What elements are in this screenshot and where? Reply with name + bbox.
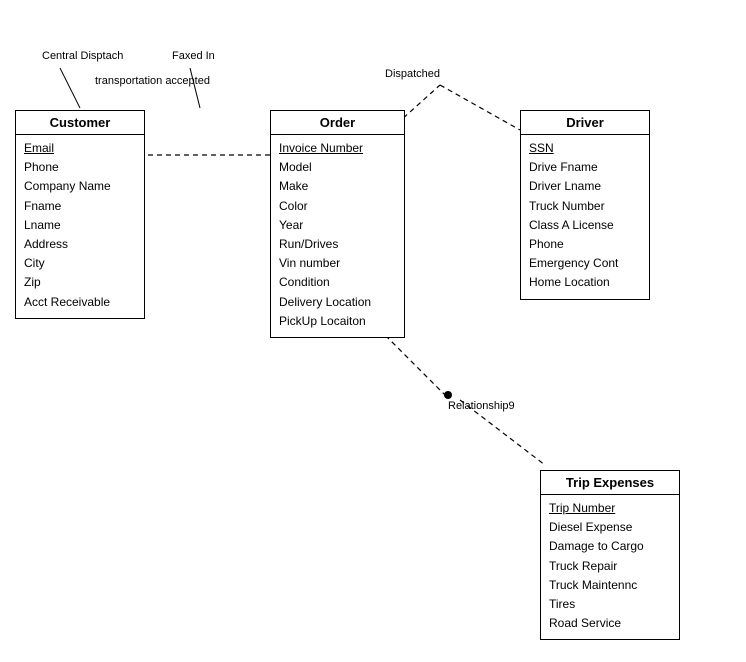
order-field-invoice: Invoice Number — [279, 139, 396, 158]
label-central-dispatch: Central Disptach — [42, 50, 123, 62]
customer-field-fname: Fname — [24, 197, 136, 216]
customer-field-email: Email — [24, 139, 136, 158]
order-field-color: Color — [279, 197, 396, 216]
trip-field-diesel: Diesel Expense — [549, 518, 671, 537]
driver-field-emergency: Emergency Cont — [529, 254, 641, 273]
customer-field-company: Company Name — [24, 177, 136, 196]
customer-field-lname: Lname — [24, 216, 136, 235]
driver-field-phone: Phone — [529, 235, 641, 254]
driver-field-class-a: Class A License — [529, 216, 641, 235]
diagram-container: Central Disptach Faxed In transportation… — [0, 0, 746, 662]
entity-customer-body: Email Phone Company Name Fname Lname Add… — [16, 135, 144, 318]
driver-field-ssn: SSN — [529, 139, 641, 158]
entity-customer: Customer Email Phone Company Name Fname … — [15, 110, 145, 319]
trip-field-number: Trip Number — [549, 499, 671, 518]
driver-field-truck-number: Truck Number — [529, 197, 641, 216]
order-field-delivery: Delivery Location — [279, 293, 396, 312]
entity-trip-expenses-header: Trip Expenses — [541, 471, 679, 495]
entity-order-header: Order — [271, 111, 404, 135]
customer-field-phone: Phone — [24, 158, 136, 177]
trip-field-maintenance: Truck Maintennc — [549, 576, 671, 595]
trip-field-truck-repair: Truck Repair — [549, 557, 671, 576]
entity-trip-expenses: Trip Expenses Trip Number Diesel Expense… — [540, 470, 680, 640]
trip-field-damage: Damage to Cargo — [549, 537, 671, 556]
entity-driver-body: SSN Drive Fname Driver Lname Truck Numbe… — [521, 135, 649, 299]
customer-field-address: Address — [24, 235, 136, 254]
entity-order-body: Invoice Number Model Make Color Year Run… — [271, 135, 404, 337]
entity-trip-expenses-body: Trip Number Diesel Expense Damage to Car… — [541, 495, 679, 639]
driver-field-drive-fname: Drive Fname — [529, 158, 641, 177]
label-transportation-accepted: transportation accepted — [95, 75, 210, 87]
order-field-vin: Vin number — [279, 254, 396, 273]
driver-field-home-location: Home Location — [529, 273, 641, 292]
trip-field-road-service: Road Service — [549, 614, 671, 633]
order-field-condition: Condition — [279, 273, 396, 292]
entity-driver-header: Driver — [521, 111, 649, 135]
label-dispatched: Dispatched — [385, 68, 440, 80]
trip-field-tires: Tires — [549, 595, 671, 614]
entity-driver: Driver SSN Drive Fname Driver Lname Truc… — [520, 110, 650, 300]
driver-field-driver-lname: Driver Lname — [529, 177, 641, 196]
label-faxed-in: Faxed In — [172, 50, 215, 62]
customer-field-zip: Zip — [24, 273, 136, 292]
order-field-pickup: PickUp Locaiton — [279, 312, 396, 331]
label-relationship9: Relationship9 — [448, 400, 515, 412]
order-field-year: Year — [279, 216, 396, 235]
order-field-model: Model — [279, 158, 396, 177]
entity-order: Order Invoice Number Model Make Color Ye… — [270, 110, 405, 338]
entity-customer-header: Customer — [16, 111, 144, 135]
order-field-make: Make — [279, 177, 396, 196]
order-field-rundrives: Run/Drives — [279, 235, 396, 254]
customer-field-city: City — [24, 254, 136, 273]
customer-field-acct: Acct Receivable — [24, 293, 136, 312]
